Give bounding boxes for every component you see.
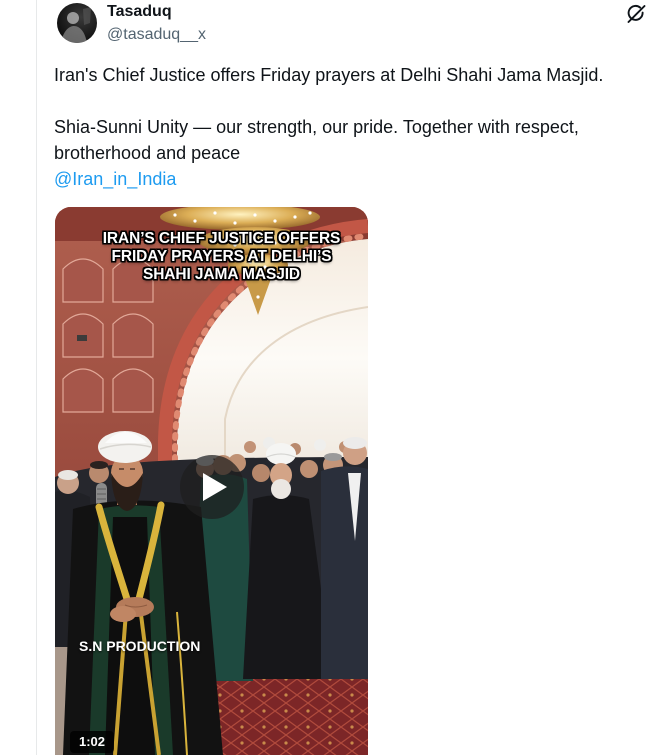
author-name[interactable]: Tasaduq (107, 2, 172, 22)
video-title-line: FRIDAY PRAYERS AT DELHI’S (111, 248, 332, 265)
author-avatar[interactable] (57, 3, 97, 43)
author-handle[interactable]: @tasaduq__x (107, 25, 206, 45)
timeline-border (36, 0, 37, 755)
grok-icon[interactable] (625, 3, 647, 25)
video-watermark: S.N PRODUCTION (79, 638, 201, 654)
play-icon (202, 473, 227, 501)
video-title-line: SHAHI JAMA MASJID (142, 266, 301, 283)
play-button[interactable] (180, 455, 244, 519)
tweet-paragraph: Iran's Chief Justice offers Friday praye… (54, 65, 604, 85)
avatar-image (57, 3, 97, 43)
video-title-line: IRAN’S CHIEF JUSTICE OFFERS (102, 230, 341, 247)
mention-link[interactable]: @Iran_in_India (54, 166, 634, 192)
video-player[interactable]: IRAN’S CHIEF JUSTICE OFFERS FRIDAY PRAYE… (55, 207, 368, 755)
tweet-paragraph: Shia-Sunni Unity — our strength, our pri… (54, 117, 579, 163)
tweet-text: Iran's Chief Justice offers Friday praye… (54, 62, 634, 192)
suited-man-right (321, 437, 368, 679)
video-overlay-title: IRAN’S CHIEF JUSTICE OFFERS FRIDAY PRAYE… (75, 230, 368, 284)
video-duration-badge: 1:02 (70, 731, 115, 753)
